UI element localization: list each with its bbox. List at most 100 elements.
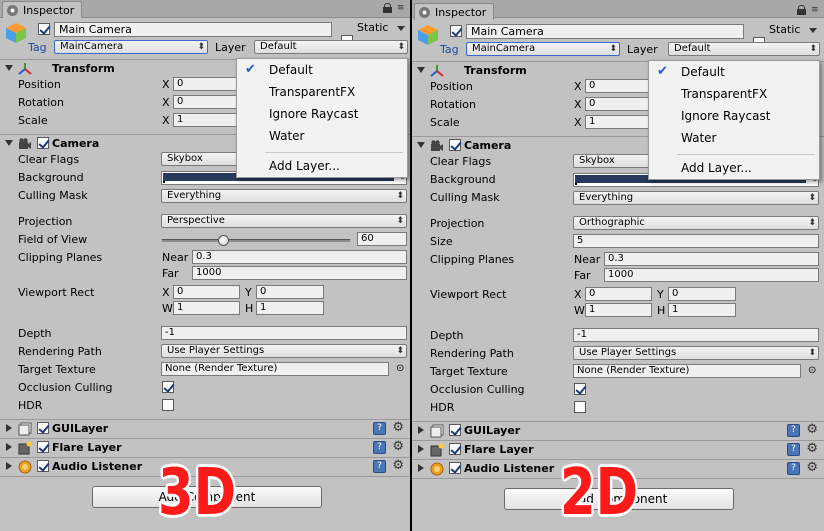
occlusion-culling-checkbox[interactable] bbox=[574, 383, 586, 395]
menu-item-transparentfx[interactable]: TransparentFX bbox=[649, 83, 819, 105]
guilayer-enabled-checkbox[interactable] bbox=[37, 422, 49, 434]
projection-dropdown[interactable]: Orthographic bbox=[573, 216, 819, 230]
fold-arrow-icon[interactable] bbox=[5, 140, 13, 146]
target-texture-field[interactable]: None (Render Texture) bbox=[573, 364, 801, 378]
rendering-path-dropdown[interactable]: Use Player Settings bbox=[573, 346, 819, 360]
layer-dropdown[interactable]: Default bbox=[668, 42, 820, 56]
camera-enabled-checkbox[interactable] bbox=[449, 139, 461, 151]
guilayer-header[interactable]: GUILayer ? ⚙ bbox=[412, 421, 824, 440]
scale-x-field[interactable]: 1 bbox=[173, 113, 237, 127]
depth-field[interactable]: -1 bbox=[161, 326, 407, 340]
gear-icon[interactable]: ⚙ bbox=[392, 458, 404, 473]
rotation-x-field[interactable]: 0 bbox=[585, 97, 649, 111]
fold-arrow-icon[interactable] bbox=[6, 462, 12, 470]
help-icon[interactable]: ? bbox=[787, 424, 800, 437]
tag-dropdown[interactable]: MainCamera bbox=[54, 40, 208, 54]
static-dropdown-arrow-icon[interactable] bbox=[397, 26, 405, 31]
tab-inspector[interactable]: Inspector bbox=[414, 3, 494, 20]
tab-inspector[interactable]: Inspector bbox=[2, 1, 82, 18]
menu-item-water[interactable]: Water bbox=[237, 125, 407, 147]
menu-item-water[interactable]: Water bbox=[649, 127, 819, 149]
viewport-y-field[interactable]: 0 bbox=[256, 285, 324, 299]
hdr-checkbox[interactable] bbox=[574, 401, 586, 413]
scale-x-field[interactable]: 1 bbox=[585, 115, 649, 129]
audio-listener-enabled-checkbox[interactable] bbox=[449, 462, 461, 474]
camera-enabled-checkbox[interactable] bbox=[37, 137, 49, 149]
menu-icon[interactable]: ≡ bbox=[811, 5, 820, 15]
projection-label: Projection bbox=[430, 217, 485, 230]
flare-layer-header[interactable]: Flare Layer ? ⚙ bbox=[0, 438, 410, 457]
viewport-x-field[interactable]: 0 bbox=[173, 285, 240, 299]
far-field[interactable]: 1000 bbox=[192, 266, 407, 280]
viewport-h-field[interactable]: 1 bbox=[668, 303, 736, 317]
rotation-x-field[interactable]: 0 bbox=[173, 95, 237, 109]
hdr-checkbox[interactable] bbox=[162, 399, 174, 411]
guilayer-icon bbox=[430, 424, 444, 438]
static-dropdown-arrow-icon[interactable] bbox=[809, 28, 817, 33]
size-field[interactable]: 5 bbox=[573, 234, 819, 248]
far-field[interactable]: 1000 bbox=[604, 268, 819, 282]
flare-layer-enabled-checkbox[interactable] bbox=[449, 443, 461, 455]
object-name-field[interactable]: Main Camera bbox=[466, 24, 744, 39]
help-icon[interactable]: ? bbox=[373, 422, 386, 435]
guilayer-header[interactable]: GUILayer ? ⚙ bbox=[0, 419, 410, 438]
active-checkbox[interactable] bbox=[450, 25, 462, 37]
fov-slider-thumb[interactable] bbox=[218, 235, 230, 246]
menu-item-default[interactable]: ✔ Default bbox=[237, 59, 407, 81]
lock-icon[interactable] bbox=[797, 5, 806, 15]
position-x-field[interactable]: 0 bbox=[585, 79, 649, 93]
fold-arrow-icon[interactable] bbox=[5, 65, 13, 71]
menu-item-ignore-raycast[interactable]: Ignore Raycast bbox=[649, 105, 819, 127]
gear-icon[interactable]: ⚙ bbox=[392, 439, 404, 454]
active-checkbox[interactable] bbox=[38, 23, 50, 35]
audio-listener-enabled-checkbox[interactable] bbox=[37, 460, 49, 472]
culling-mask-dropdown[interactable]: Everything bbox=[573, 191, 819, 205]
menu-item-add-layer[interactable]: Add Layer... bbox=[237, 155, 407, 177]
projection-dropdown[interactable]: Perspective bbox=[161, 214, 407, 228]
lock-icon[interactable] bbox=[383, 3, 392, 13]
object-picker-icon[interactable]: ⊙ bbox=[396, 363, 404, 374]
fold-arrow-icon[interactable] bbox=[6, 443, 12, 451]
position-x-field[interactable]: 0 bbox=[173, 77, 237, 91]
gear-icon[interactable]: ⚙ bbox=[392, 420, 404, 435]
help-icon[interactable]: ? bbox=[787, 462, 800, 475]
fold-arrow-icon[interactable] bbox=[417, 67, 425, 73]
flare-layer-enabled-checkbox[interactable] bbox=[37, 441, 49, 453]
viewport-x-field[interactable]: 0 bbox=[585, 287, 652, 301]
object-name-field[interactable]: Main Camera bbox=[54, 22, 332, 37]
guilayer-enabled-checkbox[interactable] bbox=[449, 424, 461, 436]
viewport-w-field[interactable]: 1 bbox=[585, 303, 652, 317]
culling-mask-dropdown[interactable]: Everything bbox=[161, 189, 407, 203]
menu-item-add-layer[interactable]: Add Layer... bbox=[649, 157, 819, 179]
fold-arrow-icon[interactable] bbox=[418, 464, 424, 472]
menu-item-transparentfx[interactable]: TransparentFX bbox=[237, 81, 407, 103]
menu-icon[interactable]: ≡ bbox=[397, 3, 406, 13]
tab-label: Inspector bbox=[435, 6, 487, 19]
object-picker-icon[interactable]: ⊙ bbox=[808, 365, 816, 376]
help-icon[interactable]: ? bbox=[787, 443, 800, 456]
fold-arrow-icon[interactable] bbox=[417, 142, 425, 148]
target-texture-field[interactable]: None (Render Texture) bbox=[161, 362, 389, 376]
viewport-y-field[interactable]: 0 bbox=[668, 287, 736, 301]
fold-arrow-icon[interactable] bbox=[418, 426, 424, 434]
gear-icon[interactable]: ⚙ bbox=[806, 422, 818, 437]
fold-arrow-icon[interactable] bbox=[6, 424, 12, 432]
gear-icon[interactable]: ⚙ bbox=[806, 441, 818, 456]
fold-arrow-icon[interactable] bbox=[418, 445, 424, 453]
menu-item-default[interactable]: ✔ Default bbox=[649, 61, 819, 83]
near-field[interactable]: 0.3 bbox=[192, 250, 407, 264]
near-field[interactable]: 0.3 bbox=[604, 252, 819, 266]
gear-icon[interactable]: ⚙ bbox=[806, 460, 818, 475]
depth-field[interactable]: -1 bbox=[573, 328, 819, 342]
menu-item-ignore-raycast[interactable]: Ignore Raycast bbox=[237, 103, 407, 125]
rendering-path-dropdown[interactable]: Use Player Settings bbox=[161, 344, 407, 358]
layer-dropdown[interactable]: Default bbox=[254, 40, 408, 54]
viewport-h-field[interactable]: 1 bbox=[256, 301, 324, 315]
help-icon[interactable]: ? bbox=[373, 460, 386, 473]
viewport-w-field[interactable]: 1 bbox=[173, 301, 240, 315]
tag-dropdown[interactable]: MainCamera bbox=[466, 42, 620, 56]
occlusion-culling-checkbox[interactable] bbox=[162, 381, 174, 393]
help-icon[interactable]: ? bbox=[373, 441, 386, 454]
fov-slider-track[interactable] bbox=[162, 239, 350, 242]
fov-value-field[interactable]: 60 bbox=[357, 232, 407, 246]
